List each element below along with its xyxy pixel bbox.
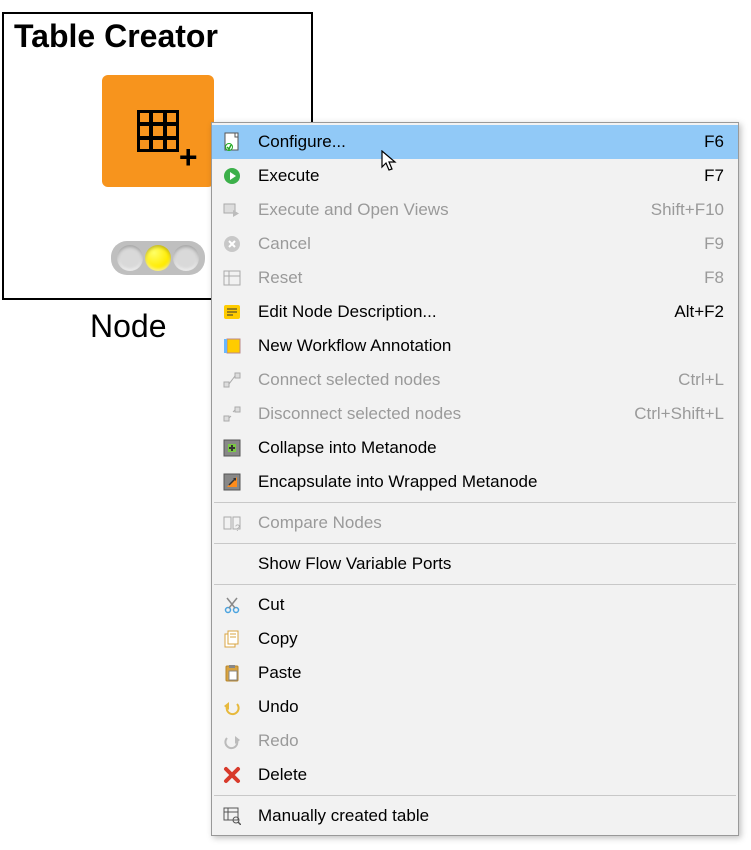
- menu-item-label: Copy: [258, 629, 724, 649]
- menu-item-label: Show Flow Variable Ports: [258, 554, 724, 574]
- copy-icon: [218, 628, 246, 650]
- menu-item-redo: Redo: [212, 724, 738, 758]
- menu-item-paste[interactable]: Paste: [212, 656, 738, 690]
- menu-item-label: Connect selected nodes: [258, 370, 668, 390]
- redo-icon: [218, 730, 246, 752]
- menu-item-execute-and-open-views: Execute and Open Views Shift+F10: [212, 193, 738, 227]
- menu-separator: [214, 584, 736, 585]
- menu-item-manually-created-table[interactable]: Manually created table: [212, 799, 738, 833]
- compare-icon: ?: [218, 512, 246, 534]
- menu-item-label: New Workflow Annotation: [258, 336, 724, 356]
- menu-item-shortcut: F8: [704, 268, 724, 288]
- node-label: Node: [90, 308, 167, 345]
- collapse-icon: [218, 437, 246, 459]
- play-views-icon: [218, 199, 246, 221]
- menu-item-encapsulate-into-wrapped-metanode[interactable]: Encapsulate into Wrapped Metanode: [212, 465, 738, 499]
- connect-icon: [218, 369, 246, 391]
- delete-icon: [218, 764, 246, 786]
- node-icon-box[interactable]: +: [102, 75, 214, 187]
- menu-item-label: Manually created table: [258, 806, 724, 826]
- menu-separator: [214, 502, 736, 503]
- status-light-red: [117, 245, 143, 271]
- menu-item-label: Paste: [258, 663, 724, 683]
- menu-item-label: Delete: [258, 765, 724, 785]
- menu-separator: [214, 795, 736, 796]
- menu-item-label: Undo: [258, 697, 724, 717]
- doc-config-icon: [218, 131, 246, 153]
- menu-separator: [214, 543, 736, 544]
- menu-item-label: Redo: [258, 731, 724, 751]
- menu-item-shortcut: Ctrl+L: [678, 370, 724, 390]
- annotation-icon: [218, 335, 246, 357]
- plus-icon: +: [179, 141, 198, 173]
- cancel-icon: [218, 233, 246, 255]
- table-search-icon: [218, 805, 246, 827]
- menu-item-label: Reset: [258, 268, 694, 288]
- grid-icon: [137, 110, 179, 152]
- menu-item-shortcut: F6: [704, 132, 724, 152]
- menu-item-shortcut: Ctrl+Shift+L: [634, 404, 724, 424]
- menu-item-disconnect-selected-nodes: Disconnect selected nodes Ctrl+Shift+L: [212, 397, 738, 431]
- svg-text:?: ?: [235, 523, 240, 532]
- menu-item-connect-selected-nodes: Connect selected nodes Ctrl+L: [212, 363, 738, 397]
- menu-item-reset: Reset F8: [212, 261, 738, 295]
- play-icon: [218, 165, 246, 187]
- menu-item-label: Execute: [258, 166, 694, 186]
- menu-item-undo[interactable]: Undo: [212, 690, 738, 724]
- node-status-lights: [111, 241, 205, 275]
- status-light-green: [173, 245, 199, 271]
- menu-item-label: Compare Nodes: [258, 513, 724, 533]
- paste-icon: [218, 662, 246, 684]
- menu-item-shortcut: F7: [704, 166, 724, 186]
- menu-item-show-flow-variable-ports[interactable]: Show Flow Variable Ports: [212, 547, 738, 581]
- menu-item-shortcut: Shift+F10: [651, 200, 724, 220]
- menu-item-label: Edit Node Description...: [258, 302, 664, 322]
- menu-item-edit-node-description[interactable]: Edit Node Description... Alt+F2: [212, 295, 738, 329]
- edit-desc-icon: [218, 301, 246, 323]
- blank-icon: [218, 553, 246, 575]
- menu-item-label: Encapsulate into Wrapped Metanode: [258, 472, 724, 492]
- cursor-icon: [381, 150, 399, 172]
- encapsulate-icon: [218, 471, 246, 493]
- menu-item-label: Cut: [258, 595, 724, 615]
- menu-item-collapse-into-metanode[interactable]: Collapse into Metanode: [212, 431, 738, 465]
- menu-item-new-workflow-annotation[interactable]: New Workflow Annotation: [212, 329, 738, 363]
- context-menu[interactable]: Configure... F6 Execute F7 Execute and Open …: [211, 122, 739, 836]
- menu-item-label: Execute and Open Views: [258, 200, 641, 220]
- menu-item-compare-nodes: ? Compare Nodes: [212, 506, 738, 540]
- cut-icon: [218, 594, 246, 616]
- menu-item-cut[interactable]: Cut: [212, 588, 738, 622]
- node-title: Table Creator: [4, 14, 311, 55]
- menu-item-label: Configure...: [258, 132, 694, 152]
- menu-item-shortcut: F9: [704, 234, 724, 254]
- menu-item-label: Disconnect selected nodes: [258, 404, 624, 424]
- menu-item-shortcut: Alt+F2: [674, 302, 724, 322]
- menu-item-execute[interactable]: Execute F7: [212, 159, 738, 193]
- status-light-yellow: [145, 245, 171, 271]
- menu-item-label: Collapse into Metanode: [258, 438, 724, 458]
- menu-item-delete[interactable]: Delete: [212, 758, 738, 792]
- menu-item-copy[interactable]: Copy: [212, 622, 738, 656]
- undo-icon: [218, 696, 246, 718]
- disconnect-icon: [218, 403, 246, 425]
- reset-icon: [218, 267, 246, 289]
- menu-item-cancel: Cancel F9: [212, 227, 738, 261]
- menu-item-label: Cancel: [258, 234, 694, 254]
- menu-item-configure[interactable]: Configure... F6: [212, 125, 738, 159]
